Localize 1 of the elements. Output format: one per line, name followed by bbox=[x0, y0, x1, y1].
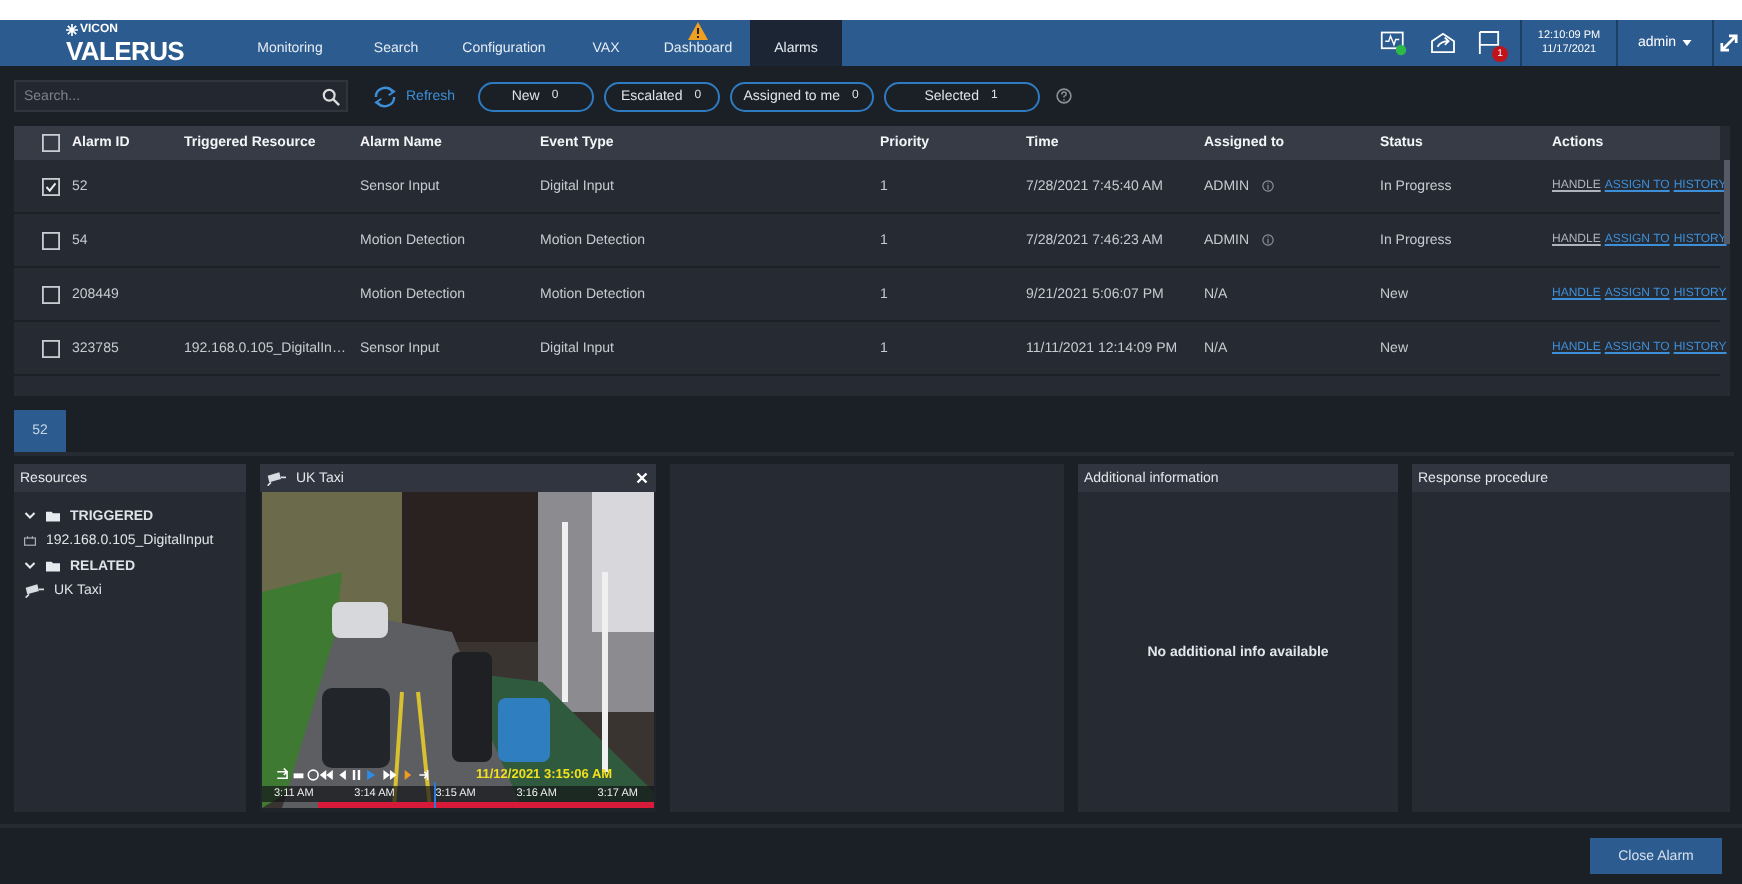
product-name: VALERUS bbox=[66, 37, 187, 63]
